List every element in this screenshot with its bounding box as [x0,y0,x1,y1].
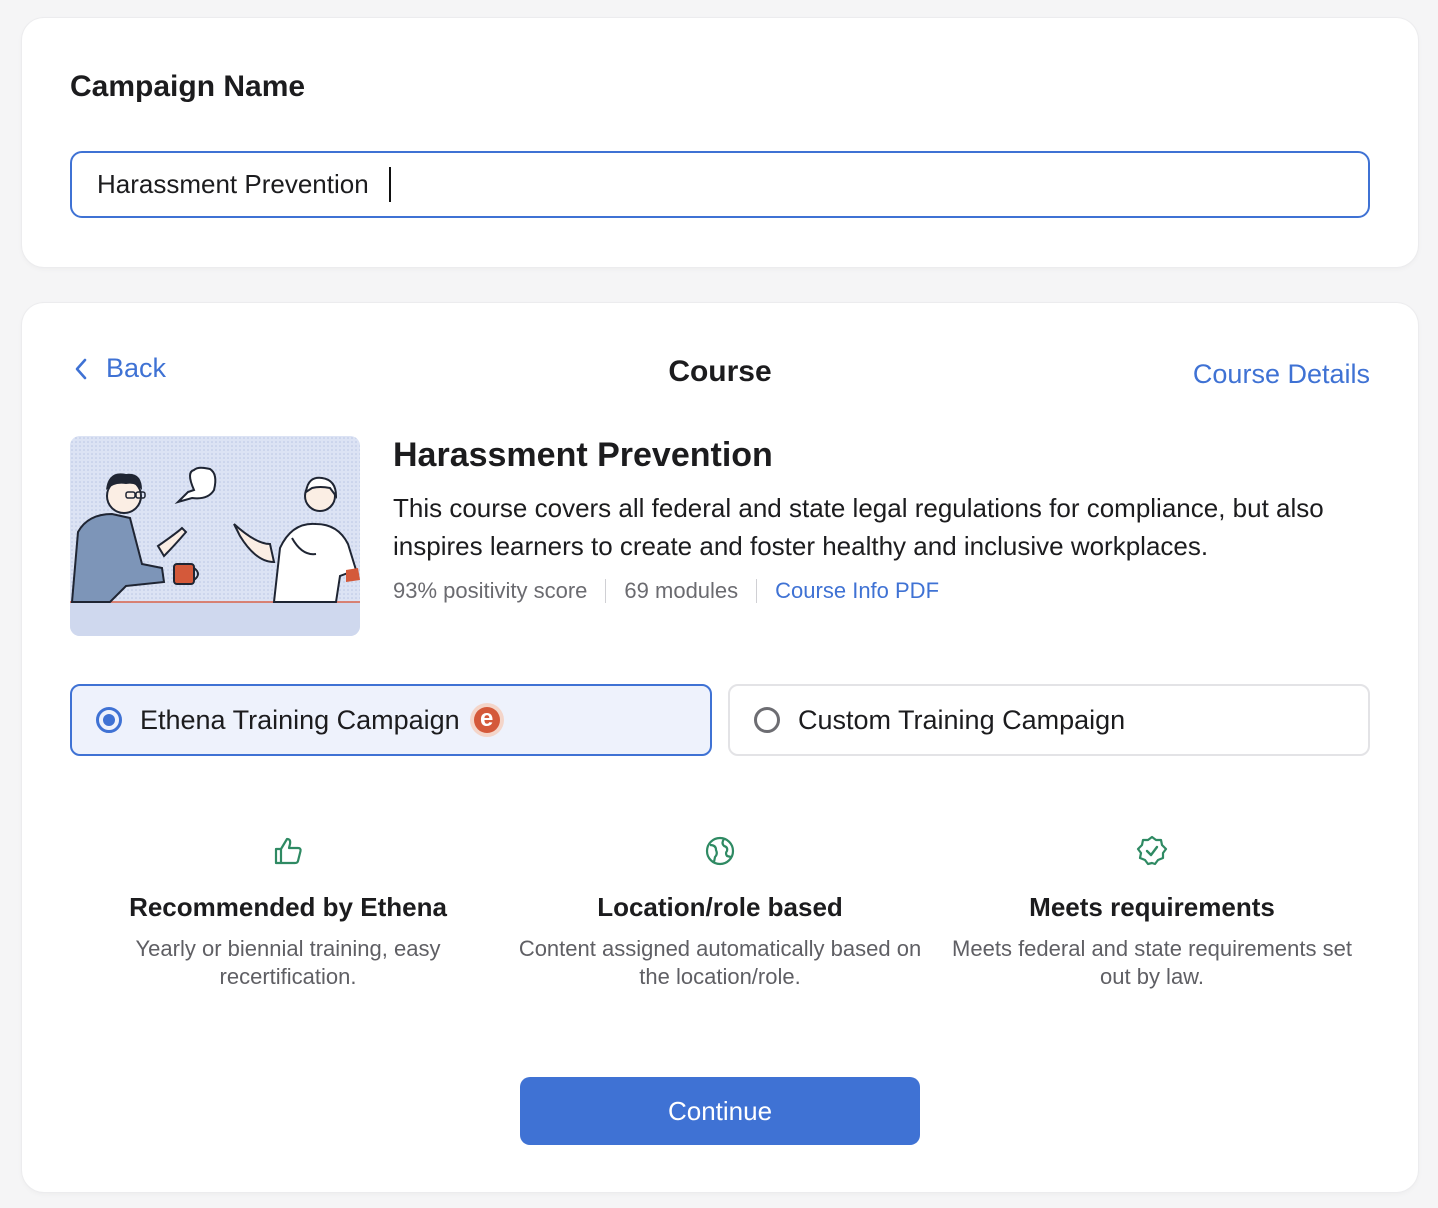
custom-campaign-label: Custom Training Campaign [798,704,1126,735]
ethena-campaign-label: Ethena Training Campaign [140,704,460,735]
campaign-name-card: Campaign Name [22,18,1418,267]
feature-description: Content assigned automatically based on … [518,936,922,989]
feature-description: Meets federal and state requirements set… [952,936,1352,989]
custom-campaign-option[interactable]: Custom Training Campaign [728,684,1370,756]
course-meta: 93% positivity score 69 modules Course I… [393,578,939,604]
ethena-logo-icon: e [469,703,504,737]
course-description: This course covers all federal and state… [393,493,1324,561]
module-count: 69 modules [624,578,739,603]
course-details-link[interactable]: Course Details [1193,359,1370,390]
feature-description: Yearly or biennial training, easy recert… [135,936,441,989]
globe-icon [504,835,936,869]
thumbs-up-icon [72,835,504,869]
radio-unselected[interactable] [754,707,780,733]
course-info-pdf-link[interactable]: Course Info PDF [775,578,939,604]
text-caret [389,167,391,202]
feature-requirements: Meets requirements Meets federal and sta… [936,835,1368,991]
feature-location: Location/role based Content assigned aut… [504,835,936,991]
positivity-score: 93% positivity score [393,578,588,603]
course-title: Harassment Prevention [393,436,773,474]
meta-divider [756,579,758,603]
campaign-name-input[interactable] [70,151,1370,218]
feature-title: Recommended by Ethena [129,892,447,922]
course-thumbnail [70,436,360,636]
feature-title: Meets requirements [1029,892,1275,922]
feature-title: Location/role based [597,892,843,922]
campaign-name-label: Campaign Name [70,70,306,103]
continue-button[interactable]: Continue [520,1077,920,1145]
radio-selected[interactable] [96,707,122,733]
course-card: Back Course Course Details Harassment Pr… [22,303,1418,1192]
meta-divider [605,579,607,603]
verified-badge-icon [936,835,1368,869]
ethena-campaign-option[interactable]: Ethena Training Campaign e [70,684,712,756]
feature-recommended: Recommended by Ethena Yearly or biennial… [72,835,504,991]
